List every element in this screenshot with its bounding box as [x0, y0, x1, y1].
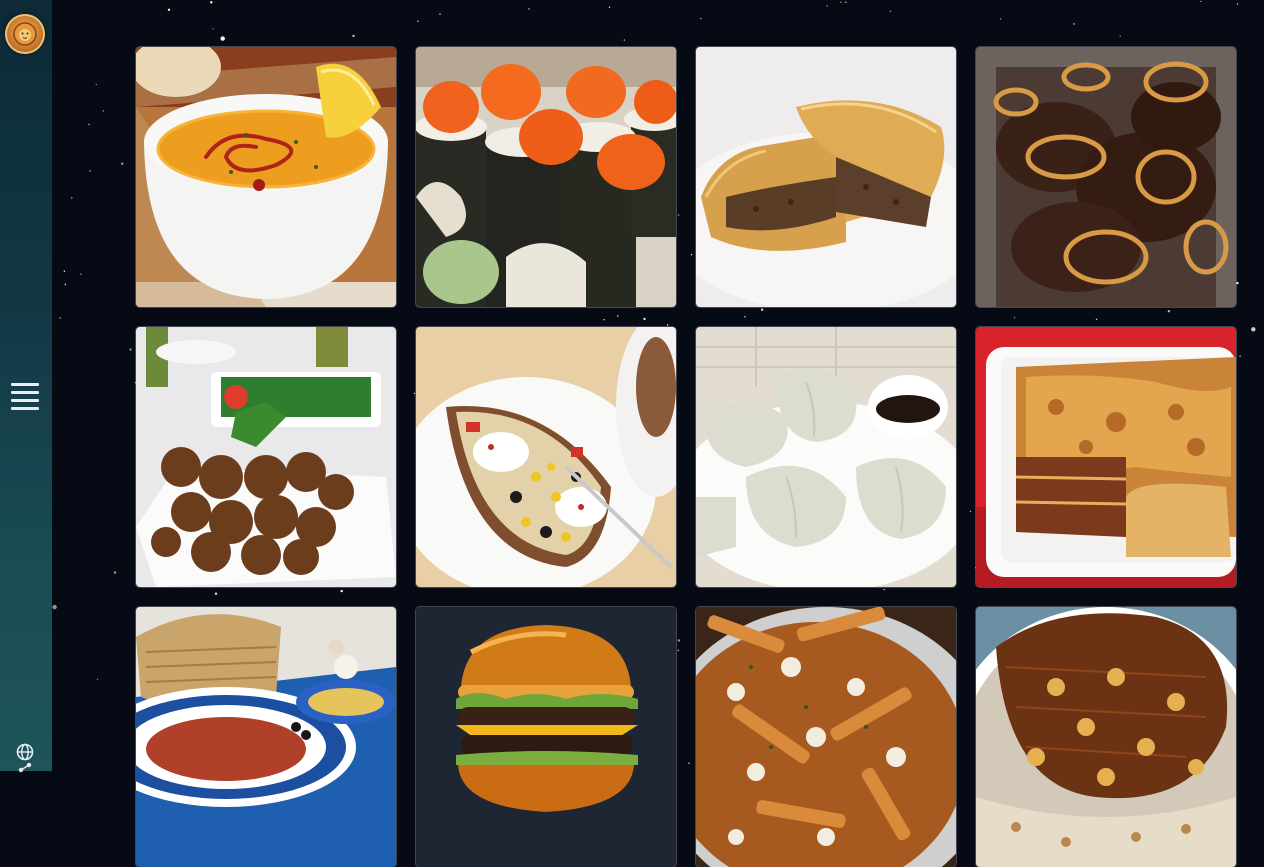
dish-card-koshari[interactable]	[976, 607, 1236, 867]
dish-card-burger[interactable]	[416, 607, 676, 867]
dish-card-lasagna[interactable]	[976, 327, 1236, 587]
burger-image	[416, 607, 676, 867]
share-icon[interactable]	[16, 762, 34, 774]
liver-with-onions-image	[976, 47, 1236, 307]
dish-card-poutine[interactable]	[696, 607, 956, 867]
meat-pie-image	[696, 47, 956, 307]
lentil-soup-image	[136, 47, 396, 307]
dish-grid	[136, 47, 1236, 867]
sushi-rolls-image	[416, 47, 676, 307]
lasagna-image	[976, 327, 1236, 587]
poutine-image	[696, 607, 956, 867]
dumplings-image	[696, 327, 956, 587]
lion-logo-icon[interactable]	[5, 14, 45, 54]
dish-card-tunisian-meal[interactable]	[136, 607, 396, 867]
tunisian-meal-image	[136, 607, 396, 867]
koshari-image	[976, 607, 1236, 867]
dish-card-lentil-soup[interactable]	[136, 47, 396, 307]
sidebar	[0, 0, 52, 774]
globe-icon[interactable]	[16, 743, 34, 761]
dish-card-sushi-rolls[interactable]	[416, 47, 676, 307]
dish-card-falafel[interactable]	[136, 327, 396, 587]
stuffed-baked-potato-image	[416, 327, 676, 587]
hamburger-menu-icon[interactable]	[11, 383, 39, 413]
dish-card-dumplings[interactable]	[696, 327, 956, 587]
dish-card-liver-with-onions[interactable]	[976, 47, 1236, 307]
falafel-image	[136, 327, 396, 587]
dish-card-meat-pie[interactable]	[696, 47, 956, 307]
dish-card-stuffed-baked-potato[interactable]	[416, 327, 676, 587]
